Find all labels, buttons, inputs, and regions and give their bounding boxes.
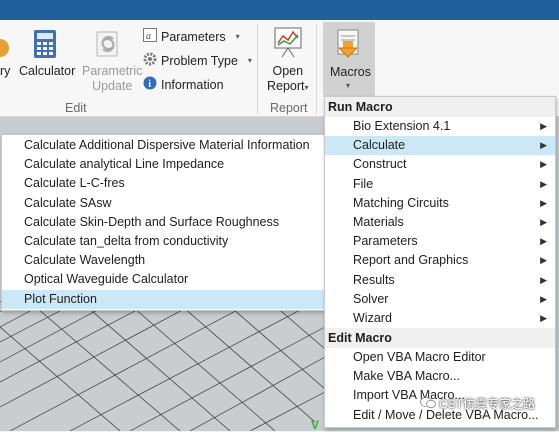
parametric-update-button[interactable]: Parametric Update	[82, 64, 142, 94]
menu-item-bio-extension[interactable]: Bio Extension 4.1 ▶	[325, 117, 555, 136]
open-report-button[interactable]: Open Report▾	[267, 64, 309, 95]
submenu-item-plot-function[interactable]: Plot Function	[2, 289, 326, 309]
partial-tool-icon[interactable]	[0, 36, 10, 65]
submenu-item-lc-fres[interactable]: Calculate L-C-fres	[2, 174, 326, 193]
submenu-item-optical-waveguide[interactable]: Optical Waveguide Calculator	[2, 270, 326, 289]
menu-item-construct[interactable]: Construct ▶	[325, 155, 555, 174]
chevron-down-icon: ▾	[247, 56, 252, 65]
chevron-right-icon: ▶	[540, 197, 547, 208]
calculator-button[interactable]: Calculator	[19, 64, 75, 79]
menu-item-label: Solver	[353, 291, 389, 306]
group-separator	[316, 24, 317, 114]
svg-text:a: a	[146, 31, 151, 42]
open-report-line1: Open	[272, 64, 304, 78]
axis-label: V	[311, 418, 320, 432]
open-report-icon[interactable]	[273, 26, 303, 63]
menu-item-label: Construct	[353, 157, 407, 172]
wechat-icon	[420, 396, 436, 412]
submenu-item-tan-delta[interactable]: Calculate tan_delta from conductivity	[2, 232, 326, 251]
information-button[interactable]: i Information	[143, 76, 224, 93]
menu-item-parameters[interactable]: Parameters ▶	[325, 232, 555, 251]
chevron-right-icon: ▶	[540, 236, 547, 247]
open-report-line2-row: Report▾	[267, 79, 309, 95]
chevron-right-icon: ▶	[540, 255, 547, 266]
chevron-right-icon: ▶	[540, 312, 547, 323]
chevron-right-icon: ▶	[540, 140, 547, 151]
svg-text:i: i	[148, 79, 151, 90]
menu-item-make-vba-macro[interactable]: Make VBA Macro...	[325, 367, 555, 386]
submenu-item-additional-dispersive[interactable]: Calculate Additional Dispersive Material…	[2, 136, 326, 155]
menu-item-label: Results	[353, 272, 395, 287]
menu-item-open-vba-editor[interactable]: Open VBA Macro Editor	[325, 348, 555, 367]
submenu-item-wavelength[interactable]: Calculate Wavelength	[2, 251, 326, 270]
chevron-down-icon: ▾	[304, 83, 309, 92]
watermark-text: CST仿真专家之路	[439, 397, 536, 411]
parameters-button[interactable]: a Parameters ▾	[143, 28, 240, 45]
chevron-right-icon: ▶	[540, 216, 547, 227]
problem-type-button[interactable]: Problem Type ▾	[143, 52, 252, 69]
watermark: CST仿真专家之路	[420, 395, 535, 412]
chevron-right-icon: ▶	[540, 159, 547, 170]
problem-type-label: Problem Type	[161, 53, 238, 68]
chevron-right-icon: ▶	[540, 178, 547, 189]
parametric-update-line2: Update	[92, 79, 133, 93]
menu-item-label: Report and Graphics	[353, 253, 469, 268]
menu-item-label: Bio Extension 4.1	[353, 119, 451, 133]
chevron-right-icon: ▶	[540, 274, 547, 285]
parameters-label: Parameters	[161, 29, 226, 44]
menu-item-wizard[interactable]: Wizard ▶	[325, 309, 555, 328]
parameters-icon: a	[143, 28, 157, 45]
menu-item-label: Calculate	[353, 138, 406, 153]
run-macro-header: Run Macro	[325, 97, 555, 117]
chevron-right-icon: ▶	[540, 293, 547, 304]
submenu-item-sasw[interactable]: Calculate SAsw	[2, 194, 326, 213]
gear-icon	[143, 52, 157, 69]
menu-item-matching-circuits[interactable]: Matching Circuits ▶	[325, 194, 555, 213]
parametric-update-icon[interactable]	[95, 29, 123, 64]
menu-item-label: Parameters	[353, 234, 418, 249]
title-bar	[0, 0, 559, 20]
macros-button[interactable]: Macros ▾	[323, 22, 375, 97]
menu-item-results[interactable]: Results ▶	[325, 271, 555, 290]
info-icon: i	[143, 76, 157, 93]
calculate-submenu: Calculate Additional Dispersive Material…	[1, 134, 327, 311]
menu-item-solver[interactable]: Solver ▶	[325, 290, 555, 309]
edit-group-label: Edit	[65, 101, 87, 115]
information-label: Information	[161, 77, 224, 92]
submenu-item-line-impedance[interactable]: Calculate analytical Line Impedance	[2, 155, 326, 174]
partial-left-label[interactable]: ry	[0, 64, 10, 79]
group-separator	[257, 24, 258, 114]
menu-item-label: File	[353, 176, 374, 191]
menu-item-label: Wizard	[353, 310, 392, 325]
menu-item-label: Matching Circuits	[353, 195, 449, 210]
submenu-item-skin-depth[interactable]: Calculate Skin-Depth and Surface Roughne…	[2, 213, 326, 232]
menu-item-materials[interactable]: Materials ▶	[325, 213, 555, 232]
menu-item-label: Materials	[353, 214, 404, 229]
menu-item-report-and-graphics[interactable]: Report and Graphics ▶	[325, 251, 555, 270]
macros-menu: Run Macro Bio Extension 4.1 ▶ Calculate ▶ …	[324, 96, 556, 428]
open-report-line2: Report	[267, 79, 305, 93]
chevron-right-icon: ▶	[540, 121, 547, 131]
chevron-down-icon: ▾	[235, 32, 240, 41]
calculator-icon[interactable]	[33, 29, 57, 64]
chevron-down-icon: ▾	[346, 81, 351, 90]
macros-icon	[335, 28, 363, 63]
menu-item-file[interactable]: File ▶	[325, 175, 555, 194]
report-group-label: Report	[270, 101, 308, 115]
menu-item-calculate[interactable]: Calculate ▶	[325, 136, 555, 156]
parametric-update-line1: Parametric	[82, 64, 143, 78]
edit-macro-header: Edit Macro	[325, 328, 555, 349]
macros-label: Macros	[330, 65, 371, 79]
